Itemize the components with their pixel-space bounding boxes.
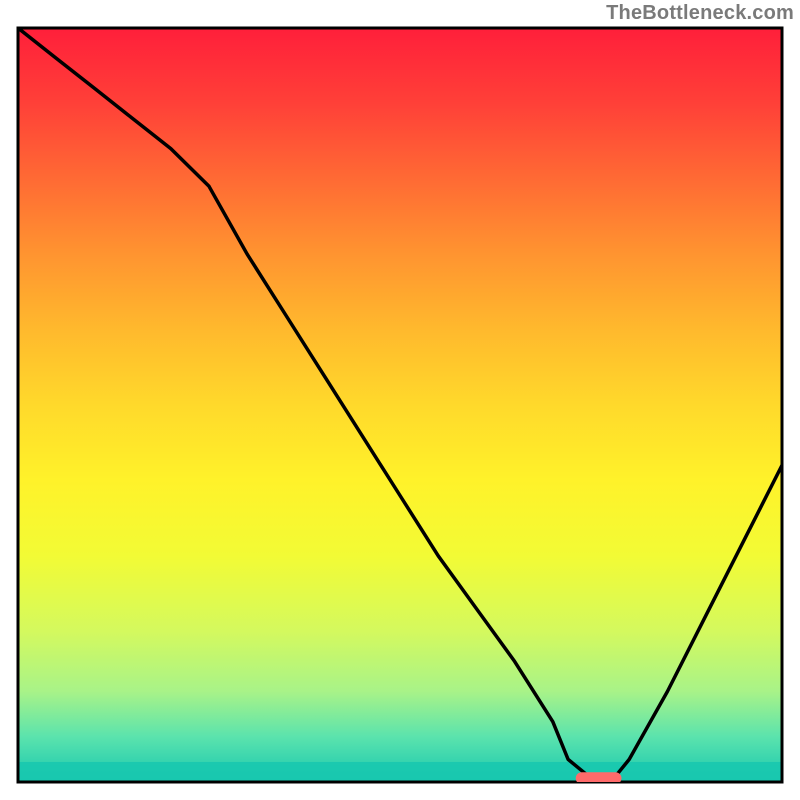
chart-svg: [0, 0, 800, 800]
green-band: [18, 762, 782, 782]
watermark-text: TheBottleneck.com: [606, 2, 794, 25]
plot-area: [18, 28, 782, 782]
bottleneck-chart: TheBottleneck.com: [0, 0, 800, 800]
gradient-background: [18, 28, 782, 782]
